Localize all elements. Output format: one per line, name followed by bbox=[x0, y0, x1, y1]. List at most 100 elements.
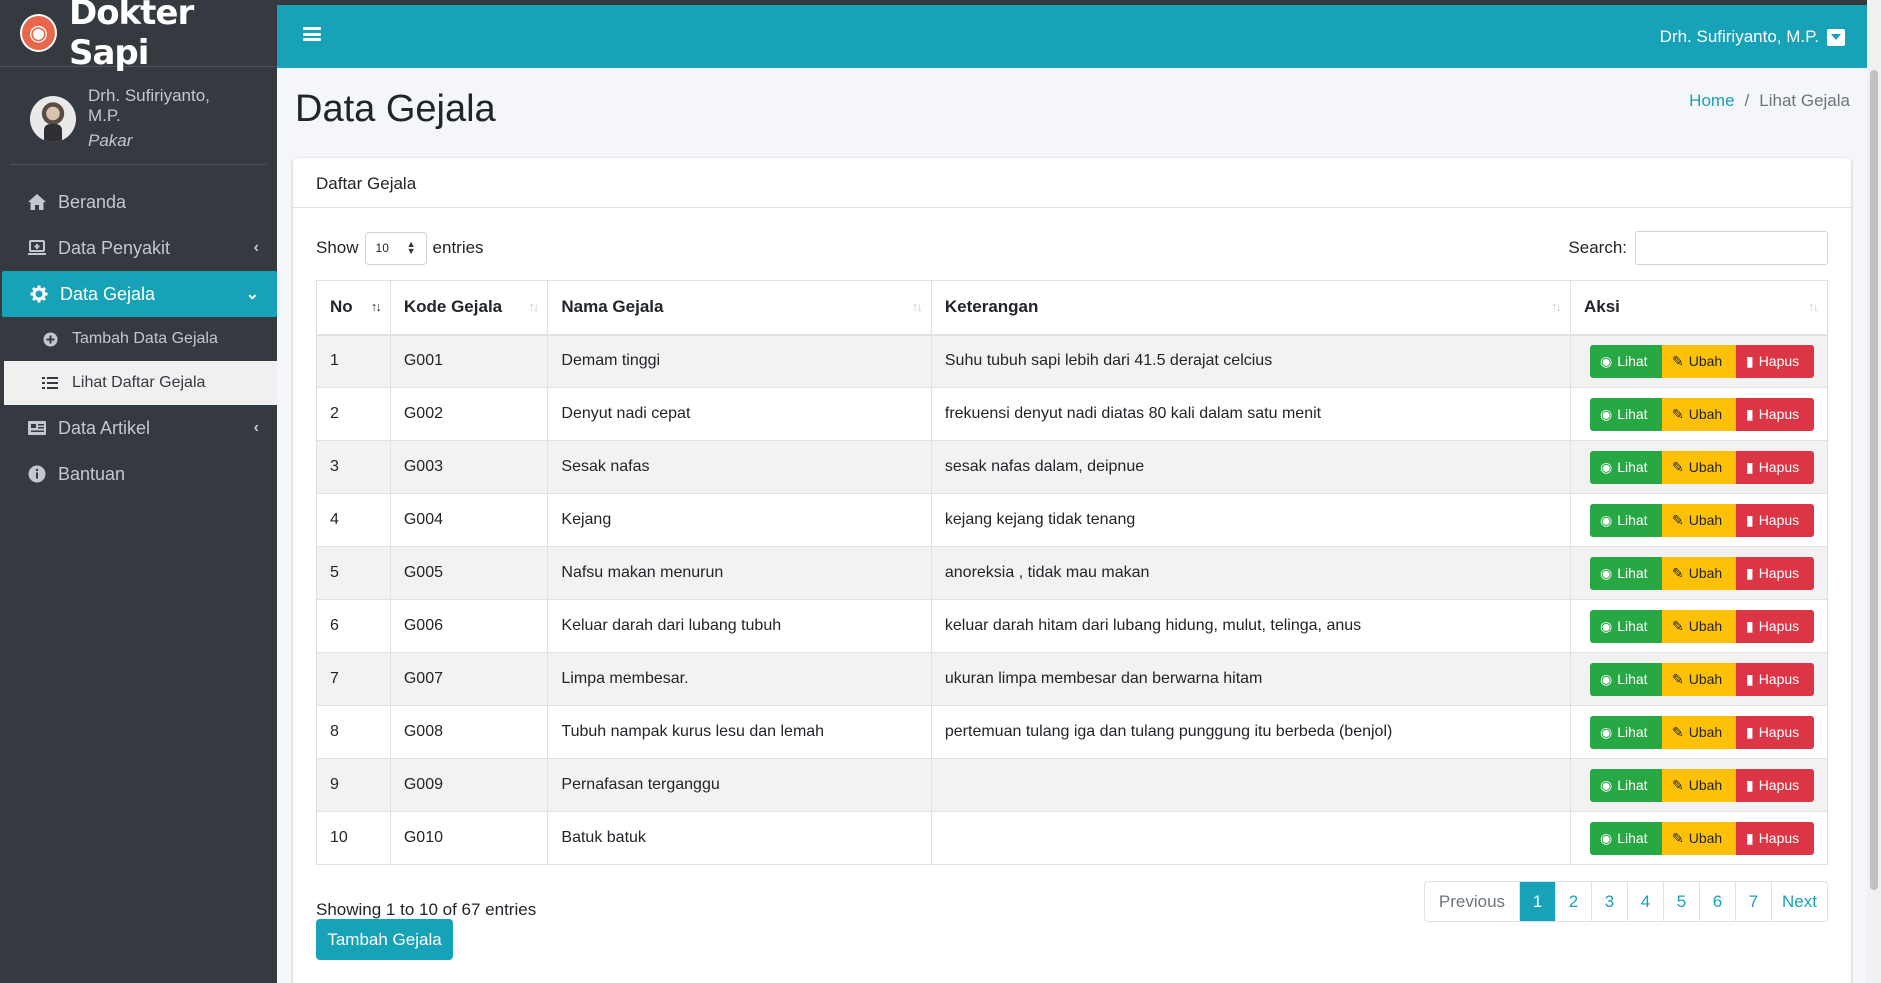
entries-label: entries bbox=[432, 238, 484, 257]
delete-button[interactable]: ▮ Hapus bbox=[1735, 503, 1814, 537]
delete-button[interactable]: ▮ Hapus bbox=[1735, 397, 1814, 431]
table-row: 5 G005 Nafsu makan menurun anoreksia , tida… bbox=[316, 546, 1829, 600]
view-button[interactable]: ◉ Lihat bbox=[1589, 503, 1662, 537]
pagination-page[interactable]: 6 bbox=[1699, 882, 1735, 921]
eye-icon: ◉ bbox=[1599, 458, 1613, 475]
cell-no: 3 bbox=[316, 440, 391, 494]
edit-button[interactable]: ✎ Ubah bbox=[1661, 450, 1736, 484]
pagination-page[interactable]: 3 bbox=[1591, 882, 1627, 921]
user-dropdown[interactable]: Drh. Sufiriyanto, M.P. bbox=[1660, 27, 1845, 47]
avatar[interactable] bbox=[30, 95, 76, 142]
edit-button[interactable]: ✎ Ubah bbox=[1661, 768, 1736, 802]
edit-button[interactable]: ✎ Ubah bbox=[1661, 662, 1736, 696]
delete-button[interactable]: ▮ Hapus bbox=[1735, 715, 1814, 749]
sidebar-item-bantuan[interactable]: Bantuan bbox=[0, 451, 277, 497]
delete-button-label: Hapus bbox=[1758, 512, 1800, 528]
delete-button[interactable]: ▮ Hapus bbox=[1735, 556, 1814, 590]
sidebar-item-beranda[interactable]: Beranda bbox=[0, 179, 277, 225]
edit-button[interactable]: ✎ Ubah bbox=[1661, 344, 1736, 378]
column-header-label: Keterangan bbox=[944, 297, 1039, 317]
menu-toggle-icon[interactable] bbox=[303, 25, 321, 43]
sidebar-subnav: Tambah Data Gejala Lihat Daftar Gejala bbox=[0, 317, 277, 405]
brand-link[interactable]: ◉ Dokter Sapi bbox=[0, 0, 277, 73]
sidebar-subitem-label: Lihat Daftar Gejala bbox=[72, 374, 206, 391]
column-header-kode-gejala[interactable]: Kode Gejala ↑↓ bbox=[389, 280, 549, 336]
breadcrumb-home-link[interactable]: Home bbox=[1689, 91, 1734, 111]
edit-button-label: Ubah bbox=[1688, 830, 1723, 846]
user-name[interactable]: Drh. Sufiriyanto, M.P. bbox=[88, 86, 247, 126]
column-header-no[interactable]: No ↑↓ bbox=[316, 280, 391, 336]
column-header-label: Kode Gejala bbox=[403, 297, 503, 317]
pagination-page[interactable]: 7 bbox=[1735, 882, 1771, 921]
edit-button[interactable]: ✎ Ubah bbox=[1661, 503, 1736, 537]
column-header-nama-gejala[interactable]: Nama Gejala ↑↓ bbox=[547, 280, 932, 336]
view-button-label: Lihat bbox=[1617, 618, 1648, 634]
delete-button[interactable]: ▮ Hapus bbox=[1735, 344, 1814, 378]
sidebar-item-data-gejala[interactable]: Data Gejala ⌄ bbox=[2, 271, 277, 317]
view-button-label: Lihat bbox=[1617, 459, 1648, 475]
pagination-previous[interactable]: Previous bbox=[1425, 882, 1519, 921]
view-button[interactable]: ◉ Lihat bbox=[1589, 344, 1662, 378]
view-button[interactable]: ◉ Lihat bbox=[1589, 768, 1662, 802]
pagination-next[interactable]: Next bbox=[1771, 882, 1827, 921]
view-button[interactable]: ◉ Lihat bbox=[1589, 715, 1662, 749]
pagination-page[interactable]: 1 bbox=[1519, 882, 1556, 921]
cell-no: 7 bbox=[316, 652, 391, 706]
view-button-label: Lihat bbox=[1617, 512, 1648, 528]
edit-button-label: Ubah bbox=[1688, 777, 1723, 793]
table-info: Showing 1 to 10 of 67 entries bbox=[316, 900, 537, 919]
view-button[interactable]: ◉ Lihat bbox=[1589, 450, 1662, 484]
search-input[interactable] bbox=[1635, 231, 1828, 265]
delete-button-label: Hapus bbox=[1758, 830, 1800, 846]
cell-keterangan: kejang kejang tidak tenang bbox=[930, 493, 1571, 547]
sidebar-item-data-artikel[interactable]: Data Artikel ‹ bbox=[0, 405, 277, 451]
trash-icon: ▮ bbox=[1745, 352, 1754, 369]
table-row: 9 G009 Pernafasan terganggu ◉ Lihat ✎ Ubah ▮ Hap… bbox=[316, 758, 1829, 812]
view-button[interactable]: ◉ Lihat bbox=[1589, 556, 1662, 590]
sort-asc-icon: ↑↓ bbox=[370, 299, 382, 314]
edit-button[interactable]: ✎ Ubah bbox=[1661, 397, 1736, 431]
edit-icon: ✎ bbox=[1671, 829, 1684, 846]
cell-no: 4 bbox=[316, 493, 391, 547]
page-scrollbar[interactable] bbox=[1867, 0, 1881, 983]
cell-keterangan: ukuran limpa membesar dan berwarna hitam bbox=[930, 652, 1571, 706]
info-icon bbox=[24, 464, 50, 484]
edit-button[interactable]: ✎ Ubah bbox=[1661, 609, 1736, 643]
view-button[interactable]: ◉ Lihat bbox=[1589, 609, 1662, 643]
search-label: Search: bbox=[1568, 238, 1627, 257]
delete-button[interactable]: ▮ Hapus bbox=[1735, 768, 1814, 802]
delete-button[interactable]: ▮ Hapus bbox=[1735, 450, 1814, 484]
sidebar-item-data-penyakit[interactable]: Data Penyakit ‹ bbox=[0, 225, 277, 271]
entries-select[interactable]: 10 ▲ ▼ bbox=[364, 231, 427, 265]
column-header-aksi[interactable]: Aksi ↑↓ bbox=[1569, 280, 1829, 336]
scrollbar-thumb[interactable] bbox=[1870, 70, 1878, 890]
cell-kode: G008 bbox=[389, 705, 549, 759]
edit-button[interactable]: ✎ Ubah bbox=[1661, 556, 1736, 590]
pagination-page[interactable]: 5 bbox=[1663, 882, 1699, 921]
view-button[interactable]: ◉ Lihat bbox=[1589, 662, 1662, 696]
view-button[interactable]: ◉ Lihat bbox=[1589, 397, 1662, 431]
sidebar-nav: Beranda Data Penyakit ‹ Data Gejala ⌄ Ta… bbox=[0, 179, 277, 497]
edit-button[interactable]: ✎ Ubah bbox=[1661, 821, 1736, 855]
delete-button[interactable]: ▮ Hapus bbox=[1735, 609, 1814, 643]
delete-button-label: Hapus bbox=[1758, 459, 1800, 475]
delete-button[interactable]: ▮ Hapus bbox=[1735, 662, 1814, 696]
edit-button[interactable]: ✎ Ubah bbox=[1661, 715, 1736, 749]
eye-icon: ◉ bbox=[1599, 776, 1613, 793]
cell-nama: Nafsu makan menurun bbox=[547, 546, 932, 600]
entries-select-value: 10 bbox=[375, 241, 389, 255]
add-symptom-button[interactable]: Tambah Gejala bbox=[316, 919, 453, 960]
table-row: 4 G004 Kejang kejang kejang tidak tenang ◉ Li… bbox=[316, 493, 1829, 547]
sidebar-subitem-tambah-gejala[interactable]: Tambah Data Gejala bbox=[4, 317, 277, 361]
user-role: Pakar bbox=[88, 131, 133, 150]
sidebar-subitem-lihat-gejala[interactable]: Lihat Daftar Gejala bbox=[4, 361, 277, 405]
pagination-page[interactable]: 2 bbox=[1555, 882, 1591, 921]
view-button[interactable]: ◉ Lihat bbox=[1589, 821, 1662, 855]
column-header-keterangan[interactable]: Keterangan ↑↓ bbox=[930, 280, 1571, 336]
eye-icon: ◉ bbox=[1599, 723, 1613, 740]
pagination-page[interactable]: 4 bbox=[1627, 882, 1663, 921]
delete-button[interactable]: ▮ Hapus bbox=[1735, 821, 1814, 855]
cell-nama: Tubuh nampak kurus lesu dan lemah bbox=[547, 705, 932, 759]
gear-icon bbox=[26, 284, 52, 304]
edit-icon: ✎ bbox=[1671, 352, 1684, 369]
